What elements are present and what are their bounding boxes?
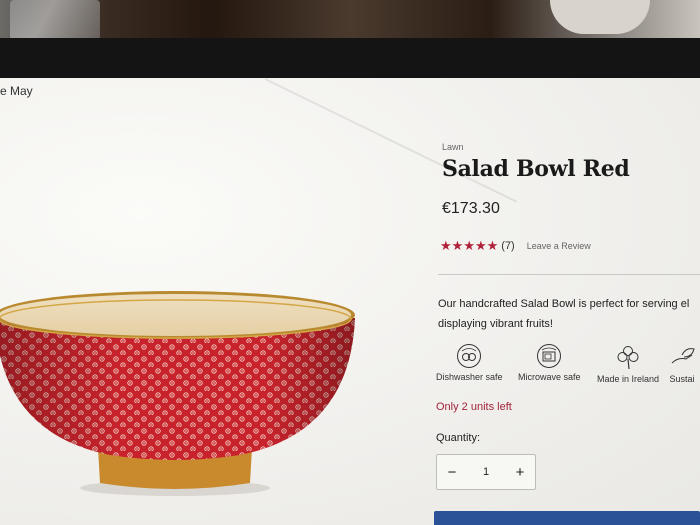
description-line: displaying vibrant fruits!: [438, 318, 553, 330]
feature-ireland: Made in Ireland: [597, 343, 659, 384]
add-to-cart-button[interactable]: [434, 511, 700, 525]
feature-label: Made in Ireland: [597, 374, 660, 384]
feature-dishwasher: Dishwasher safe: [436, 343, 503, 382]
quantity-increase-button[interactable]: +: [505, 464, 535, 481]
banner-text: e May: [0, 84, 33, 98]
feature-sustainable: Sustai: [668, 343, 696, 384]
shamrock-icon: [617, 346, 639, 370]
product-description: Our handcrafted Salad Bowl is perfect fo…: [438, 294, 700, 334]
rating-stars: ★ ★ ★ ★ ★: [440, 239, 498, 252]
quantity-label: Quantity:: [436, 432, 481, 444]
quantity-value[interactable]: 1: [483, 466, 489, 478]
product-details: Lawn Salad Bowl Red €173.30 ★ ★ ★ ★ ★ (7) Le…: [432, 78, 700, 525]
microwave-safe-icon: [537, 344, 562, 368]
feature-microwave: Microwave safe: [518, 343, 581, 382]
star-icon: ★: [474, 238, 487, 253]
feature-label: Microwave safe: [518, 372, 581, 382]
browser-screen: e May Lawn Salad Bowl Red €173.30 ★ ★ ★ …: [0, 78, 700, 525]
monitor-bezel: [0, 38, 700, 80]
divider: [438, 274, 700, 275]
star-icon: ★: [451, 238, 464, 253]
background-glass: [10, 0, 100, 40]
quantity-stepper: − 1 +: [436, 454, 536, 490]
product-price: €173.30: [442, 200, 500, 217]
quantity-decrease-button[interactable]: −: [437, 464, 467, 481]
background-bowl: [550, 0, 650, 34]
star-icon: ★: [440, 238, 452, 253]
sustainable-icon: [671, 348, 695, 364]
feature-label: Sustai: [669, 374, 695, 384]
dishwasher-safe-icon: [457, 344, 482, 368]
feature-label: Dishwasher safe: [436, 372, 503, 382]
feature-badges: Dishwasher safe Microwave safe Made in I…: [432, 343, 700, 393]
product-image: [0, 291, 355, 496]
product-title: Salad Bowl Red: [442, 156, 630, 182]
review-count: (7): [501, 239, 515, 252]
product-brand: Lawn: [442, 142, 464, 152]
star-icon: ★: [463, 238, 475, 253]
product-rating: ★ ★ ★ ★ ★ (7) Leave a Review: [440, 239, 591, 252]
star-icon: ★: [486, 238, 499, 253]
leave-review-link[interactable]: Leave a Review: [527, 241, 591, 251]
stock-status: Only 2 units left: [436, 401, 512, 413]
description-line: Our handcrafted Salad Bowl is perfect fo…: [438, 298, 690, 310]
